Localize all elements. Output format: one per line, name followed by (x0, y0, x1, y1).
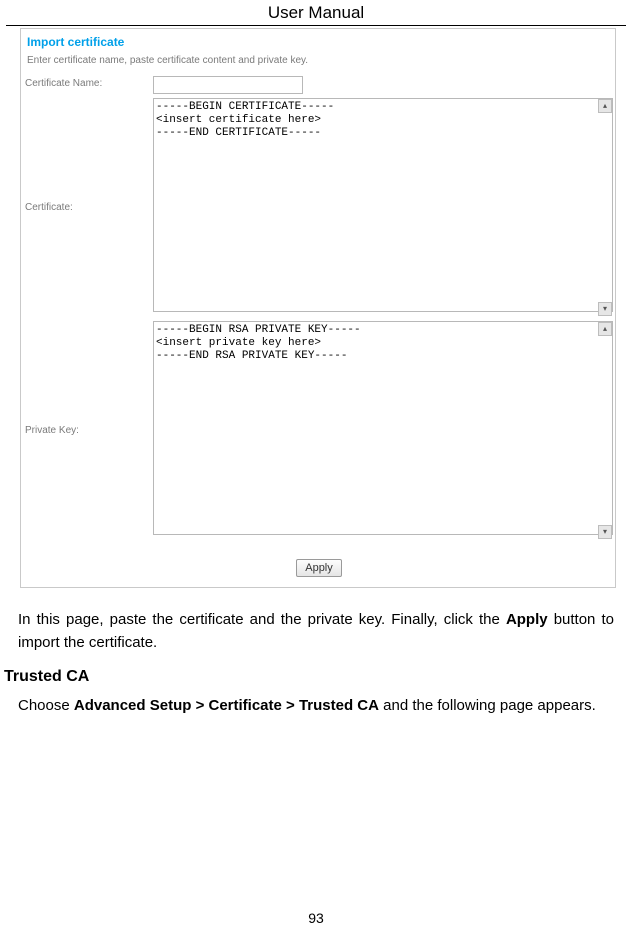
certificate-label: Certificate: (25, 202, 153, 213)
private-key-label: Private Key: (25, 425, 153, 436)
paragraph-trusted-ca: Choose Advanced Setup > Certificate > Tr… (18, 694, 614, 717)
private-key-row: Private Key: ▴ ▾ (25, 321, 613, 540)
apply-button[interactable]: Apply (296, 559, 342, 577)
para1-bold-apply: Apply (506, 611, 548, 628)
para2-p1: Choose (18, 697, 74, 714)
apply-row: Apply (25, 544, 613, 579)
cert-name-row: Certificate Name: (25, 76, 613, 94)
scroll-up-icon[interactable]: ▴ (598, 99, 612, 113)
certificate-textarea[interactable] (153, 98, 613, 312)
section-title: Import certificate (25, 33, 613, 55)
import-certificate-screenshot: Import certificate Enter certificate nam… (20, 28, 616, 588)
page-header: User Manual (0, 0, 632, 25)
scroll-up-icon[interactable]: ▴ (598, 322, 612, 336)
certificate-row: Certificate: ▴ ▾ (25, 98, 613, 317)
cert-name-input[interactable] (153, 76, 303, 94)
heading-trusted-ca: Trusted CA (4, 668, 632, 686)
para2-breadcrumb: Advanced Setup > Certificate > Trusted C… (74, 697, 379, 714)
certificate-textarea-wrap: ▴ ▾ (153, 98, 613, 317)
private-key-textarea-wrap: ▴ ▾ (153, 321, 613, 540)
header-rule (6, 25, 626, 26)
section-desc: Enter certificate name, paste certificat… (25, 55, 613, 76)
private-key-textarea[interactable] (153, 321, 613, 535)
para1-pre: In this page, paste the certificate and … (18, 611, 506, 628)
paragraph-import-instruction: In this page, paste the certificate and … (18, 608, 614, 654)
cert-name-label: Certificate Name: (25, 76, 153, 89)
page-number: 93 (0, 910, 632, 926)
para2-p2: and the following page appears. (379, 697, 596, 714)
scroll-down-icon[interactable]: ▾ (598, 525, 612, 539)
scroll-down-icon[interactable]: ▾ (598, 302, 612, 316)
